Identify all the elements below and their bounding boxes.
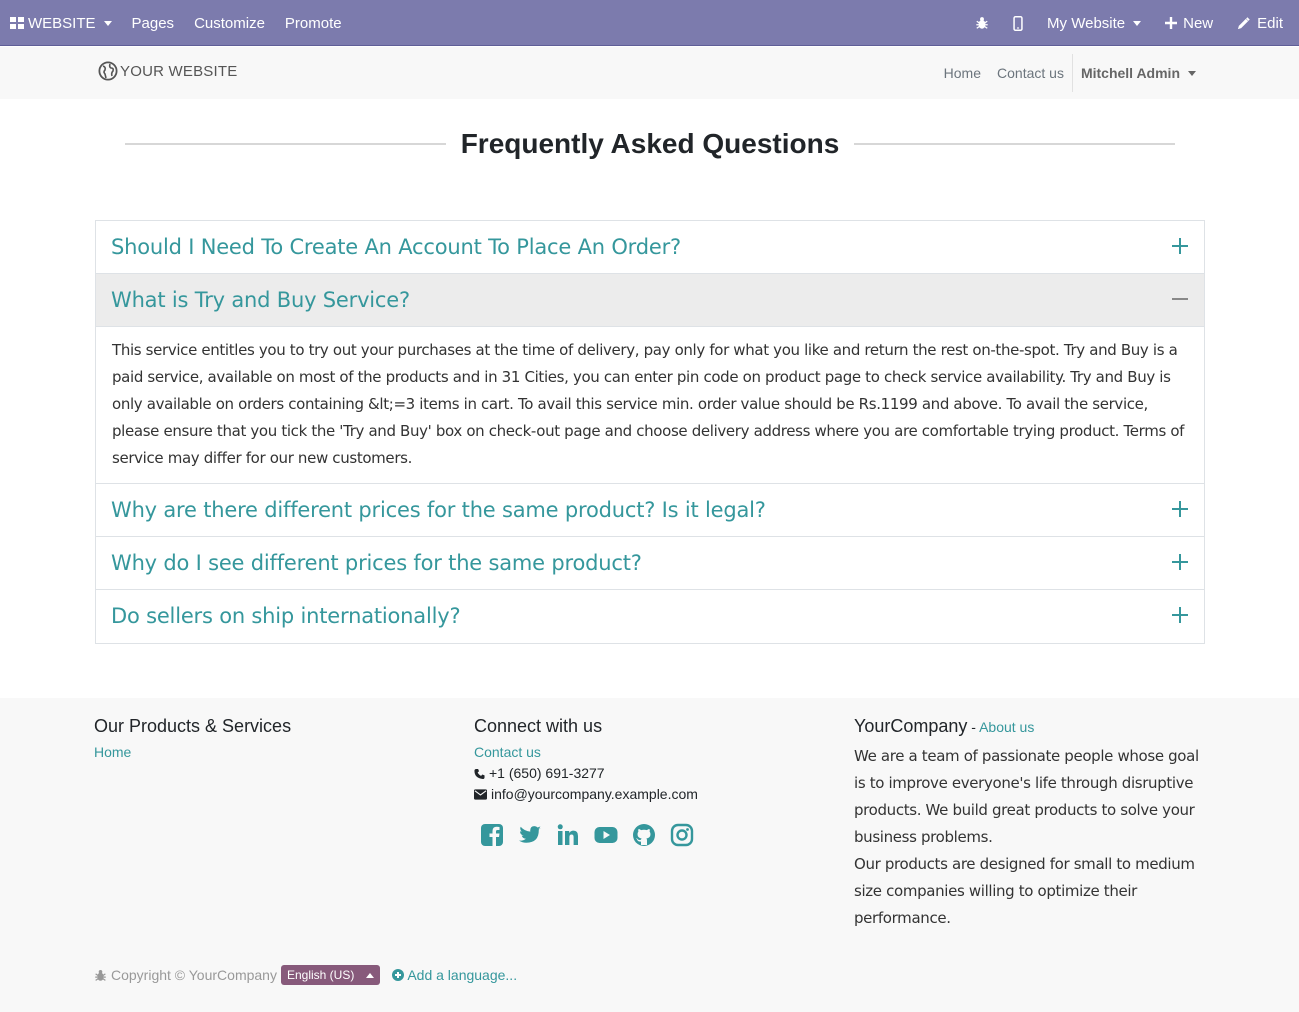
social-links bbox=[480, 823, 708, 847]
faq-accordion: Should I Need To Create An Account To Pl… bbox=[95, 220, 1205, 644]
page-title: Frequently Asked Questions bbox=[460, 128, 840, 159]
user-menu-dropdown[interactable]: Mitchell Admin bbox=[1081, 65, 1196, 81]
website-menu-label: WEBSITE bbox=[28, 14, 96, 32]
chevron-up-icon bbox=[366, 972, 375, 978]
mobile-preview-button[interactable] bbox=[1013, 0, 1023, 46]
footer-about-link[interactable]: About us bbox=[979, 719, 1034, 735]
faq-question: Do sellers on ship internationally? bbox=[111, 604, 461, 628]
footer-about-column: YourCompany - About us We are a team of … bbox=[854, 714, 1204, 932]
footer-about-text-2: Our products are designed for small to m… bbox=[854, 855, 1195, 927]
nav-divider bbox=[1071, 54, 1073, 92]
plus-icon bbox=[1165, 17, 1178, 29]
footer-email-text: info@yourcompany.example.com bbox=[491, 786, 698, 802]
linkedin-icon[interactable] bbox=[556, 823, 580, 847]
plus-icon bbox=[1172, 554, 1188, 570]
copyright-text: Copyright © YourCompany bbox=[111, 967, 277, 983]
add-language-link[interactable]: Add a language... bbox=[392, 967, 517, 983]
faq-question: Should I Need To Create An Account To Pl… bbox=[111, 235, 681, 259]
language-label: English (US) bbox=[286, 968, 355, 982]
footer-connect-heading: Connect with us bbox=[474, 716, 603, 736]
new-content-button[interactable]: New bbox=[1165, 0, 1213, 46]
promote-menu-button[interactable]: Promote bbox=[285, 0, 342, 46]
mobile-icon bbox=[1013, 15, 1023, 31]
footer-company-name: YourCompany bbox=[854, 716, 968, 736]
instagram-icon[interactable] bbox=[670, 823, 694, 847]
facebook-icon[interactable] bbox=[480, 823, 504, 847]
bug-icon bbox=[976, 17, 988, 29]
edit-label: Edit bbox=[1257, 14, 1283, 32]
apps-grid-icon bbox=[10, 17, 24, 29]
footer-contact-link[interactable]: Contact us bbox=[474, 742, 708, 763]
new-label: New bbox=[1183, 14, 1214, 32]
edit-button[interactable]: Edit bbox=[1237, 0, 1283, 46]
footer-about-heading: YourCompany - About us bbox=[854, 714, 1204, 739]
site-logo[interactable]: YOUR WEBSITE bbox=[98, 61, 237, 81]
footer-products-column: Our Products & Services Home bbox=[94, 714, 291, 763]
faq-item-header[interactable]: Why do I see different prices for the sa… bbox=[96, 537, 1204, 590]
admin-navbar: WEBSITE Pages Customize Promote My Websi… bbox=[0, 0, 1299, 46]
footer-phone: +1 (650) 691-3277 bbox=[474, 763, 708, 784]
plus-icon bbox=[1172, 238, 1188, 254]
my-website-label: My Website bbox=[1047, 14, 1126, 32]
footer-products-heading: Our Products & Services bbox=[94, 716, 292, 736]
faq-item-header[interactable]: What is Try and Buy Service? bbox=[96, 274, 1204, 327]
site-nav: Home Contact us Mitchell Admin bbox=[928, 47, 1196, 99]
website-menu-button[interactable]: WEBSITE bbox=[10, 0, 112, 46]
faq-item-header[interactable]: Why are there different prices for the s… bbox=[96, 484, 1204, 537]
pencil-icon bbox=[1238, 16, 1250, 29]
chevron-down-icon bbox=[1188, 70, 1196, 76]
footer-email: info@yourcompany.example.com bbox=[474, 784, 708, 805]
language-selector-button[interactable]: English (US) bbox=[280, 965, 381, 985]
faq-item-header[interactable]: Should I Need To Create An Account To Pl… bbox=[96, 221, 1204, 274]
admin-navbar-left: WEBSITE Pages Customize Promote bbox=[10, 0, 342, 46]
admin-navbar-right: My Website New Edit bbox=[975, 0, 1283, 46]
footer-heading-separator: - bbox=[967, 719, 980, 735]
envelope-icon bbox=[474, 789, 487, 800]
footer-about-text: We are a team of passionate people whose… bbox=[854, 747, 1199, 846]
github-icon[interactable] bbox=[632, 823, 656, 847]
chevron-down-icon bbox=[103, 20, 112, 26]
faq-question: Why do I see different prices for the sa… bbox=[111, 551, 642, 575]
bug-icon bbox=[95, 969, 106, 981]
nav-home-link[interactable]: Home bbox=[944, 65, 981, 81]
plus-icon bbox=[1172, 501, 1188, 517]
footer-connect-column: Connect with us Contact us +1 (650) 691-… bbox=[474, 714, 708, 847]
debug-button[interactable] bbox=[975, 0, 989, 46]
faq-question: Why are there different prices for the s… bbox=[111, 498, 766, 522]
footer-home-link[interactable]: Home bbox=[94, 742, 291, 763]
twitter-icon[interactable] bbox=[518, 823, 542, 847]
footer-copyright-bar: Copyright © YourCompany English (US) Add… bbox=[94, 965, 517, 985]
site-footer: Our Products & Services Home Connect wit… bbox=[0, 698, 1299, 1012]
plus-icon bbox=[1172, 607, 1188, 623]
faq-answer: This service entitles you to try out you… bbox=[96, 327, 1204, 484]
customize-menu-button[interactable]: Customize bbox=[194, 0, 265, 46]
faq-title-section: Frequently Asked Questions bbox=[125, 124, 1175, 164]
site-brand-name: YOUR WEBSITE bbox=[120, 62, 238, 80]
add-language-label: Add a language... bbox=[407, 967, 518, 983]
my-website-dropdown[interactable]: My Website bbox=[1047, 0, 1142, 46]
user-name: Mitchell Admin bbox=[1080, 65, 1180, 81]
youtube-icon[interactable] bbox=[594, 823, 618, 847]
phone-icon bbox=[474, 768, 485, 779]
nav-contact-link[interactable]: Contact us bbox=[997, 65, 1064, 81]
faq-question: What is Try and Buy Service? bbox=[111, 288, 410, 312]
plus-circle-icon bbox=[392, 969, 405, 981]
chevron-down-icon bbox=[1133, 20, 1142, 26]
globe-icon bbox=[98, 61, 118, 81]
faq-item-header[interactable]: Do sellers on ship internationally? bbox=[96, 590, 1204, 643]
pages-menu-button[interactable]: Pages bbox=[132, 0, 175, 46]
site-header: YOUR WEBSITE Home Contact us Mitchell Ad… bbox=[0, 47, 1299, 99]
footer-phone-text: +1 (650) 691-3277 bbox=[489, 765, 605, 781]
minus-icon bbox=[1172, 291, 1188, 307]
